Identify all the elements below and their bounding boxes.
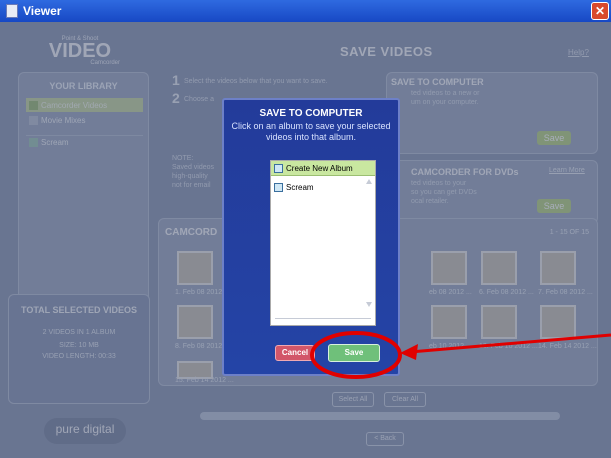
title-bar: Viewer ✕: [0, 0, 611, 22]
album-item-label: Scream: [286, 183, 314, 192]
scroll-up-arrow-icon[interactable]: [366, 179, 372, 184]
viewer-window: Viewer ✕ Point & Shoot VIDEO Camcorder Y…: [0, 0, 611, 458]
save-to-computer-dialog: SAVE TO COMPUTER Click on an album to sa…: [222, 98, 400, 376]
new-album-icon: [274, 163, 283, 173]
app-icon: [6, 4, 18, 18]
dialog-subtitle: Click on an album to save your selected …: [231, 121, 391, 142]
save-button[interactable]: Save: [328, 344, 380, 362]
album-item-scream[interactable]: Scream: [271, 180, 375, 195]
album-list-divider: [275, 318, 371, 319]
cancel-button[interactable]: Cancel: [275, 345, 315, 361]
album-item-label: Create New Album: [286, 163, 353, 173]
window-title: Viewer: [23, 4, 62, 18]
album-item-create-new[interactable]: Create New Album: [271, 161, 375, 176]
album-list-scrollbar[interactable]: [365, 177, 373, 309]
dialog-title: SAVE TO COMPUTER: [259, 108, 363, 119]
album-icon: [274, 183, 283, 192]
close-button[interactable]: ✕: [591, 2, 609, 20]
album-list: Create New Album Scream: [270, 160, 376, 326]
scroll-down-arrow-icon[interactable]: [366, 302, 372, 307]
